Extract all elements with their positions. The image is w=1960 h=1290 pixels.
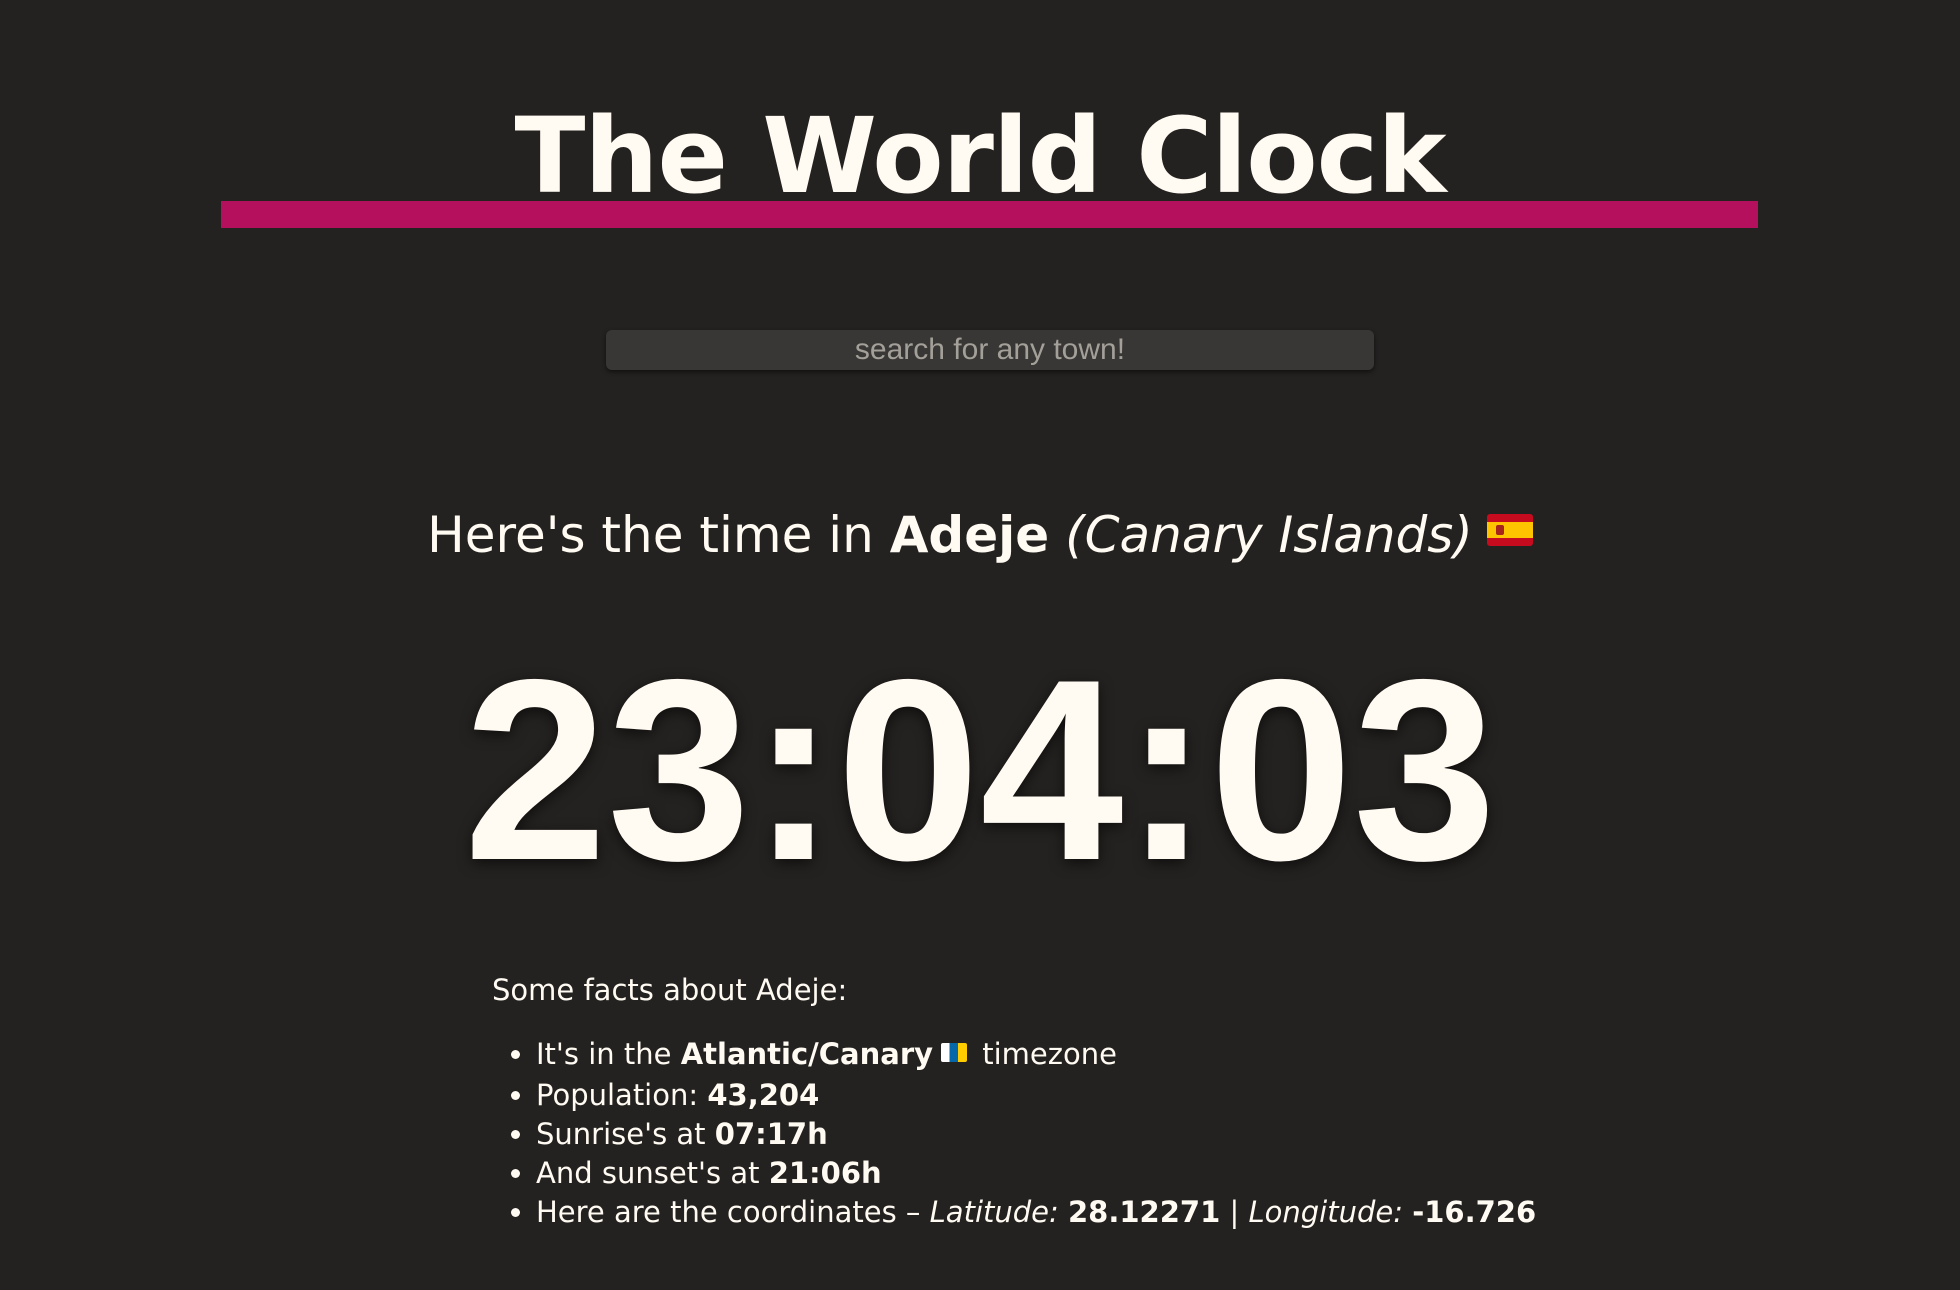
page: The World Clock Here's the time in Adeje… xyxy=(0,0,1960,1290)
fact-coordinates-prefix: Here are the coordinates – xyxy=(536,1195,930,1229)
facts-list: It's in the Atlantic/Canary timezone Pop… xyxy=(492,1032,1592,1232)
fact-sunrise-value: 07:17h xyxy=(714,1117,828,1151)
fact-population-value: 43,204 xyxy=(707,1078,820,1112)
coordinates-separator: | xyxy=(1220,1195,1249,1229)
header: The World Clock xyxy=(0,0,1960,240)
fact-population: Population: 43,204 xyxy=(536,1076,1592,1115)
headline-prefix: Here's the time in xyxy=(427,506,890,564)
fact-sunrise-prefix: Sunrise's at xyxy=(536,1117,715,1151)
fact-sunset: And sunset's at 21:06h xyxy=(536,1154,1592,1193)
canary-islands-flag-icon xyxy=(941,1043,968,1062)
spain-flag-icon xyxy=(1486,514,1533,546)
latitude-label: Latitude: xyxy=(929,1195,1059,1229)
city-name: Adeje xyxy=(889,506,1050,564)
fact-sunset-prefix: And sunset's at xyxy=(536,1156,769,1190)
fact-sunrise: Sunrise's at 07:17h xyxy=(536,1115,1592,1154)
fact-timezone: It's in the Atlantic/Canary timezone xyxy=(536,1032,1592,1076)
latitude-value: 28.12271 xyxy=(1068,1195,1221,1229)
fact-timezone-value: Atlantic/Canary xyxy=(680,1037,934,1071)
facts-heading: Some facts about Adeje: xyxy=(492,973,848,1007)
clock-display: 23:04:03 xyxy=(463,625,1497,914)
fact-sunset-value: 21:06h xyxy=(768,1156,882,1190)
page-title: The World Clock xyxy=(514,95,1446,217)
time-headline: Here's the time in Adeje (Canary Islands… xyxy=(0,500,1960,570)
fact-coordinates: Here are the coordinates – Latitude: 28.… xyxy=(536,1193,1592,1232)
fact-timezone-prefix: It's in the xyxy=(536,1037,681,1071)
search-input[interactable] xyxy=(606,330,1374,370)
longitude-value: -16.726 xyxy=(1412,1195,1537,1229)
facts-section: Some facts about Adeje: It's in the Atla… xyxy=(492,966,1592,1232)
fact-timezone-suffix: timezone xyxy=(973,1037,1117,1071)
fact-population-prefix: Population: xyxy=(536,1078,708,1112)
longitude-label: Longitude: xyxy=(1248,1195,1403,1229)
region-name: (Canary Islands) xyxy=(1065,506,1473,564)
